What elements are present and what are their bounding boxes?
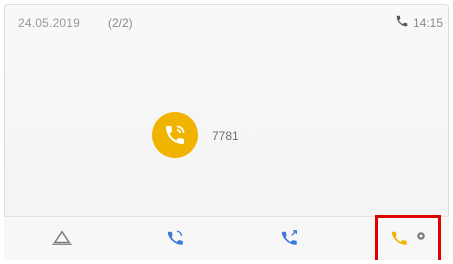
clock-time: 14:15 <box>412 15 443 30</box>
call-avatar <box>152 112 198 158</box>
time-area: 14:15 <box>395 14 443 31</box>
gear-icon <box>415 229 427 247</box>
call-icon <box>166 125 185 144</box>
softkey-call[interactable] <box>126 217 226 260</box>
phone-icon <box>395 14 409 31</box>
softkey-conference[interactable] <box>12 217 112 260</box>
call-number: 7781 <box>212 129 239 143</box>
call-text: 7781 <box>212 127 239 143</box>
softkey-icons <box>389 229 427 247</box>
softkey-transfer[interactable] <box>240 217 340 260</box>
status-bar: 24.05.2019 (2/2) 14:15 <box>4 4 449 40</box>
softkey-bar <box>4 215 449 260</box>
call-icon <box>391 231 407 245</box>
conference-icon <box>52 229 72 245</box>
transfer-icon <box>281 229 297 245</box>
phone-screen: 24.05.2019 (2/2) 14:15 7781 <box>4 4 449 260</box>
active-call[interactable]: 7781 <box>152 112 239 158</box>
softkey-active-call-selected[interactable] <box>375 215 441 260</box>
date-text: 24.05.2019 <box>18 16 81 30</box>
page-indicator: (2/2) <box>108 16 133 30</box>
call-icon <box>167 230 183 245</box>
